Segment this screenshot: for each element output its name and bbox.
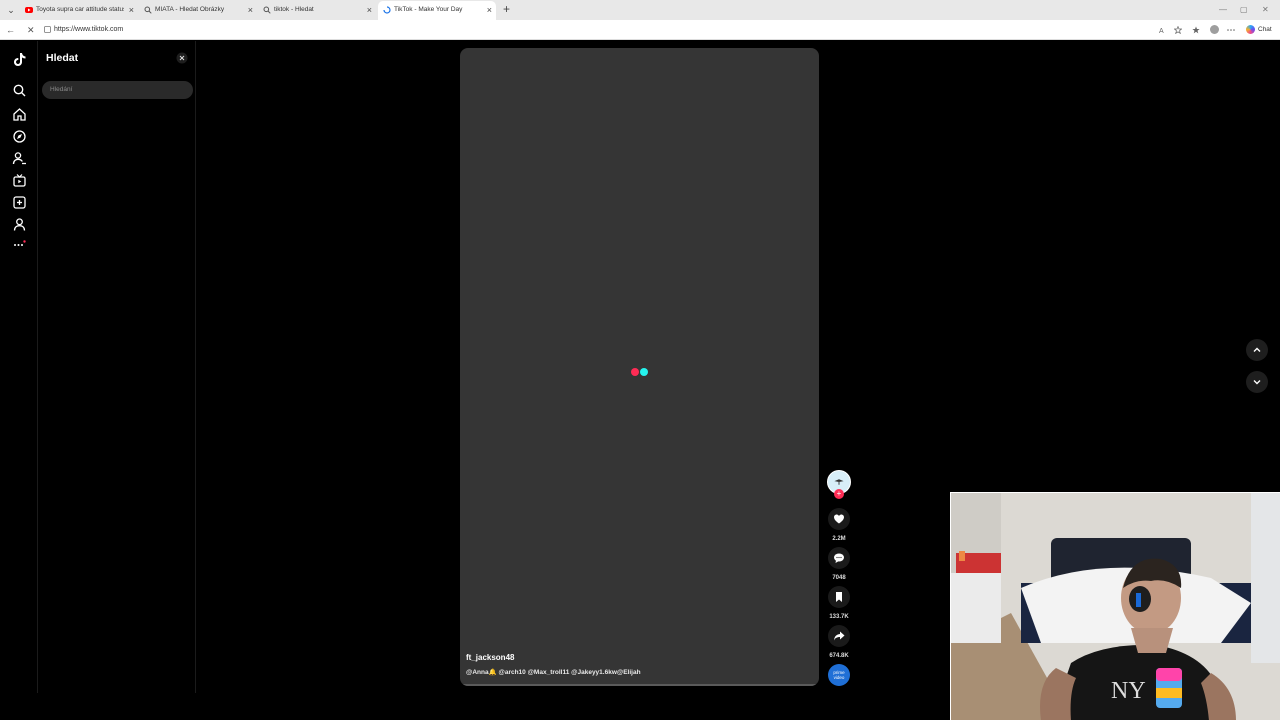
tiktok-logo-icon[interactable]	[12, 52, 27, 67]
tab-title: TikTok - Make Your Day	[394, 6, 463, 13]
profile-avatar-icon[interactable]	[1210, 25, 1219, 34]
tab-close-icon[interactable]: ×	[487, 4, 492, 16]
save-count: 133.7K	[829, 614, 849, 620]
comment-count: 7048	[832, 575, 846, 581]
webcam-overlay: NY	[950, 492, 1280, 720]
copilot-icon[interactable]	[1246, 25, 1255, 34]
search-icon	[263, 6, 271, 14]
home-icon[interactable]	[12, 107, 27, 122]
close-loading-icon[interactable]: ✕	[27, 24, 35, 36]
video-actions: + 2.2M 7048 133.7K 674.8K prime video	[826, 469, 852, 689]
chevron-down-icon	[1253, 380, 1261, 385]
share-count: 674.8K	[829, 653, 849, 659]
back-icon[interactable]: ←	[6, 24, 15, 36]
tab-title: MIATA - Hledat Obrázky	[155, 6, 225, 13]
site-info-icon[interactable]	[44, 26, 51, 33]
following-icon[interactable]	[12, 151, 27, 166]
tab-youtube[interactable]: Toyota supra car attitude status - ×	[20, 1, 138, 20]
search-icon	[144, 6, 152, 14]
comment-button[interactable]	[828, 547, 850, 569]
follow-plus-icon[interactable]: +	[834, 489, 844, 499]
tab-tiktok[interactable]: TikTok - Make Your Day ×	[378, 1, 496, 20]
bookmark-icon	[836, 592, 842, 602]
explore-icon[interactable]	[12, 129, 27, 144]
next-video-button[interactable]	[1246, 371, 1268, 393]
close-icon[interactable]	[176, 52, 188, 64]
search-panel-title: Hledat	[46, 52, 79, 64]
close-window-icon[interactable]: ✕	[1262, 4, 1269, 16]
like-count: 2.2M	[832, 536, 846, 542]
live-icon[interactable]	[12, 173, 27, 188]
comment-icon	[834, 553, 844, 563]
video-username[interactable]: ft_jackson48	[466, 652, 514, 663]
sidebar-rail	[0, 41, 38, 693]
tab-close-icon[interactable]: ×	[129, 4, 134, 16]
svg-text:A: A	[1159, 28, 1164, 34]
maximize-icon[interactable]: ▢	[1240, 4, 1248, 16]
tab-title: tiktok - Hledat	[274, 6, 314, 13]
share-icon	[834, 631, 845, 641]
webcam-feed-image: NY	[951, 493, 1280, 720]
more-menu-icon[interactable]	[1227, 26, 1235, 34]
upload-icon[interactable]	[12, 195, 27, 210]
chat-button[interactable]: Chat	[1258, 25, 1272, 35]
share-button[interactable]	[828, 625, 850, 647]
browser-tab-bar: ⌄ Toyota supra car attitude status - × M…	[0, 0, 1280, 20]
minimize-icon[interactable]: —	[1219, 4, 1227, 16]
music-disc[interactable]: prime video	[828, 664, 850, 686]
tab-actions-chevron-icon[interactable]: ⌄	[5, 4, 17, 16]
video-caption[interactable]: @Anna🔔 @arch10 @Max_troll11 @Jakeyy1.6kw…	[466, 668, 641, 678]
music-disc-label: prime video	[833, 670, 845, 680]
loading-dot-red	[631, 368, 639, 376]
youtube-icon	[25, 7, 33, 13]
video-progress-bar[interactable]	[460, 684, 819, 686]
svg-text:NY: NY	[1111, 678, 1146, 704]
search-icon[interactable]	[12, 83, 27, 98]
profile-icon[interactable]	[12, 217, 27, 232]
translate-icon[interactable]: A	[1159, 26, 1167, 34]
new-tab-button[interactable]: +	[503, 3, 510, 16]
more-icon[interactable]	[12, 237, 27, 252]
like-button[interactable]	[828, 508, 850, 530]
previous-video-button[interactable]	[1246, 339, 1268, 361]
loading-icon	[383, 6, 391, 14]
favorite-star-icon[interactable]	[1174, 26, 1182, 34]
heart-icon	[834, 514, 844, 524]
video-player[interactable]: ft_jackson48 @Anna🔔 @arch10 @Max_troll11…	[460, 48, 819, 686]
search-panel: Hledat Hledání	[38, 41, 196, 693]
search-input[interactable]: Hledání	[42, 81, 193, 99]
tab-close-icon[interactable]: ×	[367, 4, 372, 16]
save-button[interactable]	[828, 586, 850, 608]
url-field[interactable]: https://www.tiktok.com	[54, 25, 123, 35]
browser-address-bar: ← ✕ https://www.tiktok.com A Chat	[0, 20, 1280, 40]
tab-title: Toyota supra car attitude status -	[36, 6, 124, 13]
tab-miata-search[interactable]: MIATA - Hledat Obrázky ×	[139, 1, 257, 20]
tab-tiktok-search[interactable]: tiktok - Hledat ×	[258, 1, 376, 20]
loading-dot-cyan	[640, 368, 648, 376]
favorites-icon[interactable]	[1192, 26, 1200, 34]
chevron-up-icon	[1253, 347, 1261, 352]
tab-close-icon[interactable]: ×	[248, 4, 253, 16]
